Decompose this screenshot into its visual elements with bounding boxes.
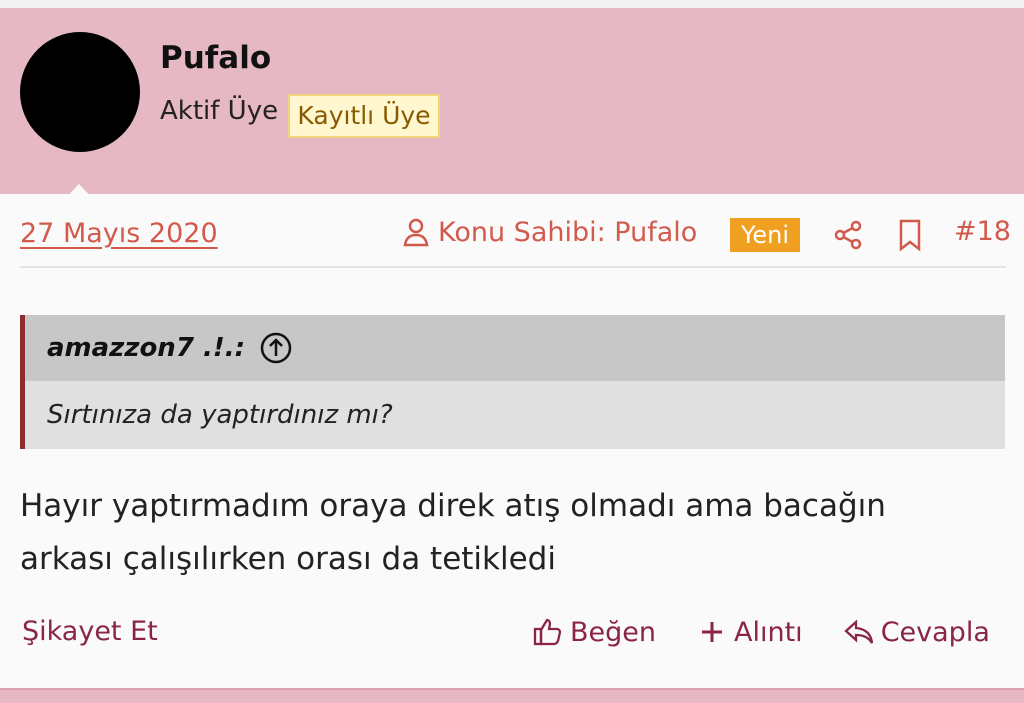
plus-icon [702, 622, 722, 642]
reply-button[interactable]: Cevapla [843, 616, 990, 648]
reply-label: Cevapla [880, 616, 990, 648]
post-number-link[interactable]: #18 [954, 216, 1011, 247]
message-line: arkası çalışılırken orası da tetikledi [20, 541, 556, 577]
post-actions-bar: Şikayet Et Beğen Alıntı Cevapla [0, 610, 1024, 660]
avatar[interactable] [20, 32, 140, 152]
quote-header[interactable]: amazzon7 .!.: [25, 315, 1005, 381]
thread-owner-text: Konu Sahibi: Pufalo [438, 216, 698, 248]
report-link[interactable]: Şikayet Et [22, 616, 158, 647]
bookmark-icon[interactable] [895, 218, 925, 252]
quote-author: amazzon7 .!.: [47, 333, 245, 363]
user-icon [403, 218, 429, 247]
reply-icon [843, 619, 873, 644]
quote-block: amazzon7 .!.: Sırtınıza da yaptırdınız m… [20, 315, 1005, 449]
quote-text: Sırtınıza da yaptırdınız mı? [25, 381, 1005, 449]
like-label: Beğen [570, 616, 656, 648]
author-role: Aktif Üye [160, 96, 279, 126]
new-badge: Yeni [730, 218, 800, 252]
message-line: Hayır yaptırmadım oraya direk atış olmad… [20, 488, 886, 524]
post-meta-bar: 27 Mayıs 2020 Konu Sahibi: Pufalo Yeni #… [20, 194, 1011, 268]
action-group: Beğen Alıntı Cevapla [532, 616, 990, 648]
member-badge: Kayıtlı Üye [288, 94, 440, 138]
post-date-link[interactable]: 27 Mayıs 2020 [20, 218, 218, 249]
quote-button[interactable]: Alıntı [696, 616, 803, 648]
author-name[interactable]: Pufalo [160, 40, 271, 76]
like-button[interactable]: Beğen [532, 616, 656, 648]
thumbs-up-icon [533, 618, 562, 646]
arrow-up-circle-icon[interactable] [259, 331, 293, 365]
share-icon[interactable] [832, 219, 864, 251]
thread-owner-label: Konu Sahibi: Pufalo [400, 216, 697, 248]
post-author-header: Pufalo Aktif Üye Kayıtlı Üye [0, 8, 1024, 202]
quote-label: Alıntı [734, 616, 803, 648]
post-message: Hayır yaptırmadım oraya direk atış olmad… [20, 480, 1010, 586]
